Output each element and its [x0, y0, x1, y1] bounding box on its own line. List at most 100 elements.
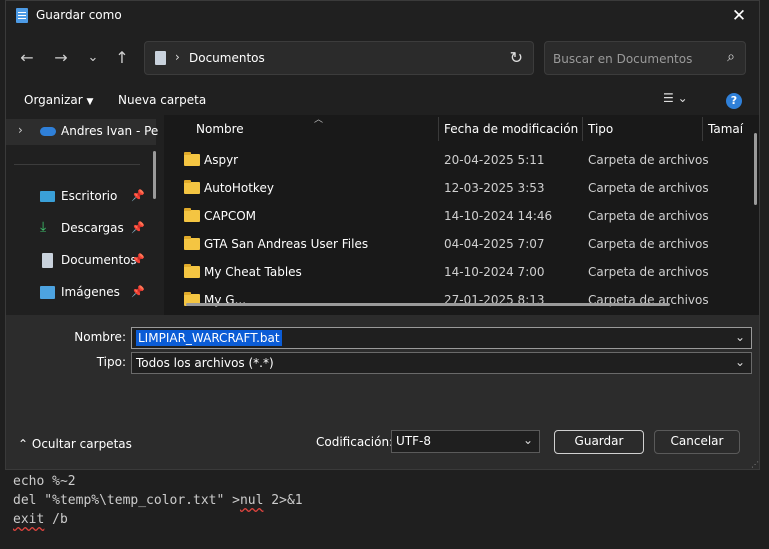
- column-header-date[interactable]: Fecha de modificación: [444, 122, 578, 136]
- forward-arrow-icon[interactable]: →: [48, 46, 74, 70]
- encoding-label: Codificación:: [316, 435, 394, 449]
- table-row[interactable]: My Cheat Tables 14-10-2024 7:00 Carpeta …: [164, 258, 754, 286]
- file-date: 12-03-2025 3:53: [444, 181, 545, 195]
- hide-folders-button[interactable]: ⌃ Ocultar carpetas: [18, 437, 132, 451]
- navigation-row: ← → ⌄ ↑ › Documentos ↻ ⌕: [6, 37, 759, 79]
- chevron-right-icon[interactable]: ›: [18, 123, 23, 137]
- encoding-select[interactable]: UTF-8 ⌄: [391, 430, 540, 453]
- file-type: Carpeta de archivos: [588, 209, 709, 223]
- search-icon[interactable]: ⌕: [727, 49, 735, 65]
- folder-icon: [184, 152, 200, 166]
- hide-folders-label: Ocultar carpetas: [31, 437, 132, 451]
- save-button[interactable]: Guardar: [554, 430, 644, 454]
- background-editor: echo %~2 del "%temp%\temp_color.txt" >nu…: [0, 470, 769, 549]
- new-folder-button[interactable]: Nueva carpeta: [118, 93, 206, 107]
- organize-menu-button[interactable]: Organizar ▼: [24, 93, 93, 107]
- search-box[interactable]: ⌕: [544, 41, 746, 75]
- back-arrow-icon[interactable]: ←: [14, 46, 40, 70]
- navigation-pane: › Andres Ivan - Pe Escritorio 📌 ⤓ Descar…: [6, 115, 164, 315]
- column-divider[interactable]: [702, 117, 703, 141]
- table-row[interactable]: Aspyr 20-04-2025 5:11 Carpeta de archivo…: [164, 146, 754, 174]
- table-row[interactable]: My G... 27-01-2025 8:13 Carpeta de archi…: [164, 286, 754, 314]
- editor-line: echo %~2: [13, 474, 76, 489]
- refresh-icon[interactable]: ↻: [510, 48, 523, 67]
- column-divider[interactable]: [582, 117, 583, 141]
- notepad-icon: [16, 8, 28, 23]
- file-type: Carpeta de archivos: [588, 237, 709, 251]
- vertical-scrollbar[interactable]: [754, 133, 757, 205]
- sidebar-item-label: Imágenes: [61, 285, 120, 299]
- sidebar-item-label: Andres Ivan - Pe: [61, 124, 159, 138]
- filetype-label: Tipo:: [96, 355, 126, 369]
- table-row[interactable]: CAPCOM 14-10-2024 14:46 Carpeta de archi…: [164, 202, 754, 230]
- close-button[interactable]: ✕: [717, 1, 759, 31]
- folder-icon: [184, 236, 200, 250]
- search-input[interactable]: [553, 50, 713, 68]
- editor-line: del "%temp%\temp_color.txt" >nul 2>&1: [13, 493, 303, 508]
- view-options-button[interactable]: ☰ ⌄: [663, 91, 703, 109]
- filename-value[interactable]: LIMPIAR_WARCRAFT.bat: [136, 330, 282, 346]
- file-date: 04-04-2025 7:07: [444, 237, 545, 251]
- pictures-icon: [40, 286, 55, 299]
- dialog-title: Guardar como: [36, 8, 122, 22]
- file-date: 14-10-2024 7:00: [444, 265, 545, 279]
- caret-down-icon: ▼: [86, 97, 94, 107]
- pin-icon[interactable]: 📌: [131, 285, 145, 298]
- sidebar-item-documentos[interactable]: Documentos 📌: [6, 248, 156, 274]
- download-icon: ⤓: [40, 219, 47, 235]
- file-name: AutoHotkey: [204, 181, 274, 195]
- document-icon: [42, 253, 53, 268]
- chevron-down-icon[interactable]: ⌄: [735, 355, 745, 369]
- divider: [14, 164, 140, 165]
- column-header-name[interactable]: Nombre: [196, 122, 244, 136]
- file-type: Carpeta de archivos: [588, 181, 709, 195]
- title-bar[interactable]: Guardar como ✕: [6, 1, 759, 31]
- address-bar[interactable]: › Documentos ↻: [144, 41, 534, 75]
- resize-grip-icon[interactable]: ⋰: [751, 461, 759, 469]
- filetype-select[interactable]: Todos los archivos (*.*) ⌄: [131, 352, 752, 374]
- pin-icon[interactable]: 📌: [131, 253, 145, 266]
- folder-icon: [184, 180, 200, 194]
- file-date: 20-04-2025 5:11: [444, 153, 545, 167]
- file-date: 14-10-2024 14:46: [444, 209, 553, 223]
- column-divider[interactable]: [438, 117, 439, 141]
- sidebar-item-label: Descargas: [61, 221, 124, 235]
- file-type: Carpeta de archivos: [588, 153, 709, 167]
- folder-icon: [184, 208, 200, 222]
- filename-field[interactable]: LIMPIAR_WARCRAFT.bat ⌄: [131, 327, 752, 349]
- desktop-icon: [40, 191, 55, 202]
- chevron-right-icon: ›: [175, 50, 180, 64]
- chevron-down-icon[interactable]: ⌄: [523, 433, 533, 447]
- save-as-dialog: Guardar como ✕ ← → ⌄ ↑ › Documentos ↻ ⌕ …: [5, 0, 760, 470]
- sidebar-item-escritorio[interactable]: Escritorio 📌: [6, 184, 156, 210]
- table-row[interactable]: AutoHotkey 12-03-2025 3:53 Carpeta de ar…: [164, 174, 754, 202]
- document-folder-icon: [155, 51, 166, 65]
- up-arrow-icon[interactable]: ↑: [109, 46, 135, 70]
- chevron-down-icon[interactable]: ⌄: [735, 330, 745, 344]
- command-bar: Organizar ▼ Nueva carpeta ☰ ⌄ ?: [6, 85, 759, 115]
- table-row[interactable]: GTA San Andreas User Files 04-04-2025 7:…: [164, 230, 754, 258]
- file-name: Aspyr: [204, 153, 239, 167]
- filename-label: Nombre:: [74, 330, 126, 344]
- file-type: Carpeta de archivos: [588, 265, 709, 279]
- sidebar-item-onedrive[interactable]: › Andres Ivan - Pe: [6, 119, 159, 145]
- sidebar-item-label: Documentos: [61, 253, 137, 267]
- chevron-down-icon[interactable]: ⌄: [80, 46, 106, 70]
- help-icon[interactable]: ?: [726, 93, 742, 109]
- file-list: ︿ Nombre Fecha de modificación Tipo Tama…: [164, 115, 759, 315]
- sidebar-item-descargas[interactable]: ⤓ Descargas 📌: [6, 216, 156, 242]
- pin-icon[interactable]: 📌: [131, 221, 145, 234]
- cancel-button[interactable]: Cancelar: [654, 430, 740, 454]
- breadcrumb[interactable]: Documentos: [189, 51, 265, 65]
- sidebar-item-label: Escritorio: [61, 189, 118, 203]
- editor-line: exit /b: [13, 512, 68, 527]
- sidebar-item-imagenes[interactable]: Imágenes 📌: [6, 280, 156, 306]
- chevron-up-icon: ⌃: [18, 437, 29, 451]
- column-header-type[interactable]: Tipo: [588, 122, 613, 136]
- column-header-size[interactable]: Tamaí: [708, 122, 743, 136]
- organize-label: Organizar: [24, 93, 83, 107]
- pin-icon[interactable]: 📌: [131, 189, 145, 202]
- file-name: CAPCOM: [204, 209, 257, 223]
- sort-ascending-icon: ︿: [314, 115, 324, 125]
- horizontal-scrollbar[interactable]: [186, 303, 670, 306]
